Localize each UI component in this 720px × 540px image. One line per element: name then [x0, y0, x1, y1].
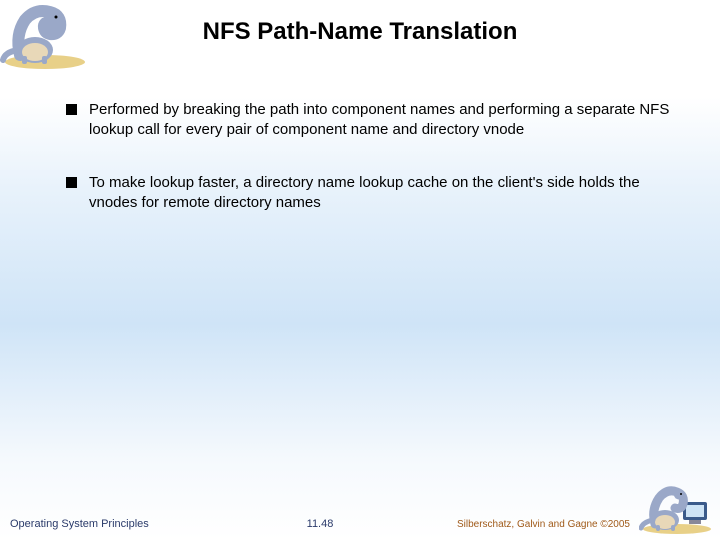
footer-book-title: Operating System Principles: [10, 518, 149, 530]
slide: NFS Path-Name Translation Performed by b…: [0, 0, 720, 540]
bullet-text: To make lookup faster, a directory name …: [89, 173, 670, 214]
square-bullet-icon: [66, 104, 77, 115]
bullet-item: To make lookup faster, a directory name …: [66, 173, 670, 214]
footer: Operating System Principles 11.48 Silber…: [10, 518, 630, 530]
slide-title: NFS Path-Name Translation: [0, 18, 720, 46]
bullet-item: Performed by breaking the path into comp…: [66, 100, 670, 141]
square-bullet-icon: [66, 177, 77, 188]
footer-page-number: 11.48: [307, 518, 334, 530]
dinosaur-logo-bottom-right: [639, 480, 715, 535]
bullet-text: Performed by breaking the path into comp…: [89, 100, 670, 141]
content-area: Performed by breaking the path into comp…: [66, 100, 670, 245]
footer-copyright: Silberschatz, Galvin and Gagne ©2005: [457, 519, 630, 530]
